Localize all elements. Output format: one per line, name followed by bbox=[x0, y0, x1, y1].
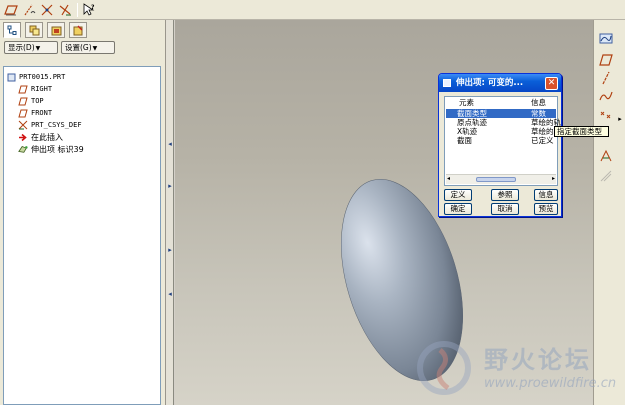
datum-point-icon[interactable] bbox=[598, 108, 614, 124]
datum-curve-icon[interactable] bbox=[598, 88, 614, 104]
tree-item-label: RIGHT bbox=[31, 85, 53, 93]
collapse-left-icon[interactable]: ◂ bbox=[166, 290, 174, 298]
variable-section-sweep-dialog: 伸出项: 可变的... ✕ 元素 信息 截面类型 常数 原点轨迹 草绘的轨 X轨… bbox=[438, 73, 562, 217]
favorites-tab[interactable] bbox=[69, 22, 87, 38]
element-name: X轨迹 bbox=[457, 127, 478, 136]
datum-plane-icon bbox=[18, 108, 28, 118]
datum-plane-icon[interactable] bbox=[598, 52, 614, 68]
column-header-element: 元素 bbox=[459, 98, 474, 107]
datum-plane-icon bbox=[18, 84, 28, 94]
chevron-down-icon: ▼ bbox=[92, 45, 98, 52]
chevron-down-icon: ▼ bbox=[35, 45, 41, 52]
expand-right-icon[interactable]: ▸ bbox=[166, 246, 174, 254]
show-menu-button[interactable]: 显示(D)▼ bbox=[4, 41, 58, 54]
cancel-button[interactable]: 取消 bbox=[491, 203, 519, 215]
element-name: 截面 bbox=[457, 136, 472, 145]
model-tree-tab[interactable] bbox=[3, 22, 21, 38]
tooltip: 指定截面类型 bbox=[554, 126, 609, 137]
dialog-title-bar[interactable]: 伸出项: 可变的... ✕ bbox=[439, 74, 561, 92]
reference-button[interactable]: 参照 bbox=[491, 189, 519, 201]
scroll-left-icon[interactable]: ◂ bbox=[447, 175, 450, 182]
settings-menu-label: 设置(G) bbox=[65, 43, 92, 52]
watermark-text: 野火论坛 bbox=[484, 346, 592, 374]
model-tree: PRT0015.PRT RIGHT TOP FRONT PRT_CSYS_DEF… bbox=[3, 66, 161, 405]
protrusion-icon bbox=[18, 144, 28, 154]
tree-item-label: PRT_CSYS_DEF bbox=[31, 121, 82, 129]
dialog-icon bbox=[443, 79, 451, 87]
csys-icon bbox=[18, 120, 28, 130]
scroll-right-icon[interactable]: ▸ bbox=[552, 175, 555, 182]
element-name: 原点轨迹 bbox=[457, 118, 487, 127]
tree-item-label: 在此插入 bbox=[31, 132, 63, 142]
insert-here-icon bbox=[18, 132, 28, 142]
svg-text:?: ? bbox=[91, 4, 95, 11]
element-row[interactable]: 原点轨迹 草绘的轨 bbox=[446, 118, 561, 127]
flyout-arrow-icon[interactable]: ▸ bbox=[616, 111, 624, 127]
tree-item-label: PRT0015.PRT bbox=[19, 73, 66, 81]
element-row[interactable]: 截面 已定义 bbox=[446, 136, 556, 145]
axis-datum-icon[interactable] bbox=[39, 2, 55, 18]
element-info: 常数 bbox=[531, 109, 546, 118]
tree-item-front[interactable]: FRONT bbox=[18, 107, 52, 119]
top-toolbar: ? bbox=[0, 0, 625, 20]
column-header-info: 信息 bbox=[531, 98, 546, 107]
sketch-plane-icon[interactable] bbox=[3, 2, 19, 18]
sketch-tool-icon[interactable] bbox=[598, 30, 614, 46]
element-row[interactable]: X轨迹 草绘的轨 bbox=[446, 127, 561, 136]
watermark-url: www.proewildfire.cn bbox=[484, 376, 617, 391]
horizontal-scrollbar[interactable]: ◂ ▸ bbox=[446, 174, 556, 184]
tree-item-label: TOP bbox=[31, 97, 44, 105]
ok-button[interactable]: 确定 bbox=[444, 203, 472, 215]
watermark: 野火论坛 www.proewildfire.cn bbox=[412, 336, 624, 404]
element-row[interactable]: 截面类型 常数 bbox=[446, 109, 556, 118]
csys-icon[interactable] bbox=[598, 148, 614, 164]
analysis-icon[interactable] bbox=[598, 168, 614, 184]
scrollbar-thumb[interactable] bbox=[476, 177, 516, 182]
close-icon[interactable]: ✕ bbox=[545, 77, 558, 90]
tree-item-top[interactable]: TOP bbox=[18, 95, 44, 107]
panel-splitter[interactable]: ◂ ▸ ▸ ◂ bbox=[166, 20, 174, 405]
element-list: 元素 信息 截面类型 常数 原点轨迹 草绘的轨 X轨迹 草绘的轨 截面 已定义 … bbox=[444, 96, 561, 186]
datum-plane-icon bbox=[18, 96, 28, 106]
show-menu-label: 显示(D) bbox=[8, 43, 35, 52]
element-info: 已定义 bbox=[531, 136, 554, 145]
expand-right-icon[interactable]: ▸ bbox=[166, 182, 174, 190]
tree-item-label: FRONT bbox=[31, 109, 53, 117]
tree-item-insert-here[interactable]: 在此插入 bbox=[18, 131, 63, 143]
forum-logo bbox=[417, 341, 471, 395]
layers-tab[interactable] bbox=[25, 22, 43, 38]
tree-item-csys[interactable]: PRT_CSYS_DEF bbox=[18, 119, 82, 131]
help-pointer-icon[interactable]: ? bbox=[81, 2, 97, 18]
define-button[interactable]: 定义 bbox=[444, 189, 472, 201]
tree-item-part[interactable]: PRT0015.PRT bbox=[6, 71, 65, 83]
tree-item-label: 伸出项 标识39 bbox=[31, 144, 84, 154]
tree-item-protrusion[interactable]: 伸出项 标识39 bbox=[18, 143, 84, 155]
settings-menu-button[interactable]: 设置(G)▼ bbox=[61, 41, 115, 54]
part-icon bbox=[6, 72, 16, 82]
folder-browser-tab[interactable] bbox=[47, 22, 65, 38]
element-name: 截面类型 bbox=[457, 109, 487, 118]
info-button[interactable]: 信息 bbox=[534, 189, 558, 201]
preview-button[interactable]: 预览 bbox=[534, 203, 558, 215]
sketch-curve-icon[interactable] bbox=[21, 2, 37, 18]
navigator-panel: 显示(D)▼ 设置(G)▼ PRT0015.PRT RIGHT TOP FRON… bbox=[0, 20, 166, 405]
tree-item-right[interactable]: RIGHT bbox=[18, 83, 52, 95]
datum-axis-icon[interactable] bbox=[598, 70, 614, 86]
collapse-left-icon[interactable]: ◂ bbox=[166, 140, 174, 148]
point-datum-icon[interactable] bbox=[57, 2, 73, 18]
dialog-title: 伸出项: 可变的... bbox=[456, 78, 524, 88]
